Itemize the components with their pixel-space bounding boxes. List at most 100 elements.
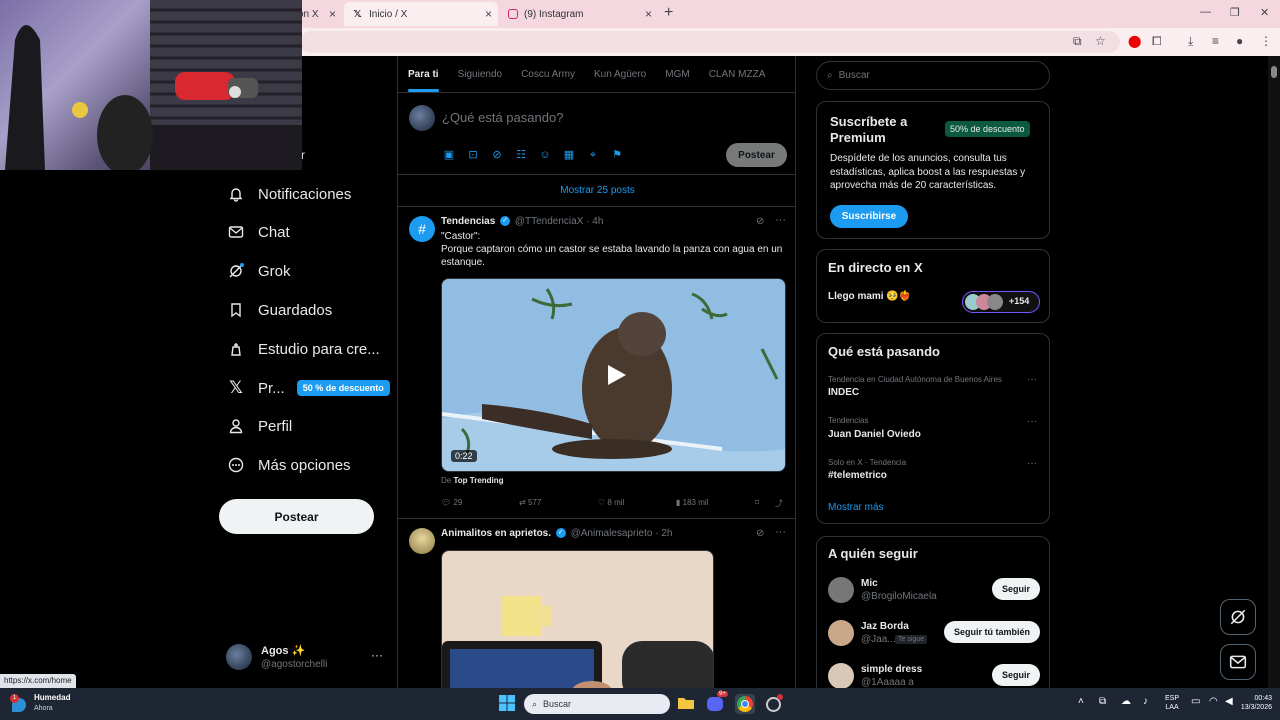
account-switcher[interactable]: Agos ✨ @agostorchelli ··· <box>226 642 386 674</box>
nav-item-premium[interactable]: 𝕏 Pr... 50 % de descuento <box>226 373 390 403</box>
profile-avatar-icon[interactable]: ● <box>1236 34 1243 48</box>
install-icon[interactable]: ⧉ <box>1073 34 1082 49</box>
language-indicator[interactable]: ESP LAA <box>1165 694 1179 712</box>
trend-title[interactable]: #telemetrico <box>828 470 887 481</box>
author-handle[interactable]: @Animalesaprieto <box>571 528 653 539</box>
show-more-link[interactable]: Mostrar más <box>828 502 884 513</box>
follow-name[interactable]: Jaz Borda <box>861 621 909 632</box>
follow-handle[interactable]: @BrogiloMicaela <box>861 591 937 602</box>
taskbar-search[interactable]: ⌕ Buscar <box>524 694 670 714</box>
url-field[interactable] <box>300 31 1120 53</box>
live-item[interactable]: Llego mami 🥺❤️‍🔥 <box>828 291 911 302</box>
views-button[interactable]: ▮ 183 mil <box>676 498 708 507</box>
nav-item-bookmarks[interactable]: Guardados <box>226 295 332 325</box>
live-avatars[interactable]: +154 <box>962 291 1040 313</box>
trend-title[interactable]: Juan Daniel Oviedo <box>828 429 921 440</box>
follow-row[interactable]: Mic @BrogiloMicaela Seguir <box>828 575 1040 605</box>
grok-float-button[interactable] <box>1220 599 1256 635</box>
tweet[interactable]: Animalitos en aprietos. ✓ @Animalesaprie… <box>398 520 795 688</box>
chevron-up-icon[interactable]: ˄ <box>1078 696 1084 707</box>
tab-para-ti[interactable]: Para ti <box>398 56 448 92</box>
tweet-image[interactable] <box>441 550 714 688</box>
follow-back-button[interactable]: Seguir tú también <box>943 621 1040 643</box>
follow-handle[interactable]: @1Aaaaa a <box>861 677 914 688</box>
browser-tab-2[interactable]: 𝕏 Inicio / X × <box>344 2 498 26</box>
cloud-icon[interactable]: ☁ <box>1121 696 1131 707</box>
search-input[interactable]: ⌕ Buscar <box>816 61 1050 90</box>
weather-widget[interactable]: 1 <box>10 694 30 714</box>
video-player[interactable]: 0:22 <box>441 278 786 472</box>
media-icon[interactable]: ≡ <box>1212 34 1219 48</box>
opera-icon[interactable]: ⬤ <box>1128 34 1141 48</box>
menu-icon[interactable]: ⋮ <box>1260 34 1272 48</box>
repost-button[interactable]: ⇄ 577 <box>519 498 541 507</box>
trend-title[interactable]: INDEC <box>828 387 859 398</box>
discord-button[interactable]: 9+ <box>706 691 728 714</box>
emoji-icon[interactable]: ☺ <box>538 148 552 162</box>
author-name[interactable]: Tendencias <box>441 216 495 227</box>
image-icon[interactable]: ▣ <box>442 148 456 162</box>
bookmark-icon[interactable]: ⌑ <box>755 498 759 507</box>
nav-item-profile[interactable]: Perfil <box>226 411 292 441</box>
browser-tab-3[interactable]: (9) Instagram × <box>500 2 658 26</box>
show-new-posts-button[interactable]: Mostrar 25 posts <box>398 175 795 207</box>
schedule-icon[interactable]: ▦ <box>562 148 576 162</box>
extensions-icon[interactable]: ⧠ <box>1152 34 1162 49</box>
chrome-button[interactable] <box>735 694 755 714</box>
close-icon[interactable]: × <box>485 7 492 21</box>
composer-post-button[interactable]: Postear <box>726 143 787 167</box>
poll-icon[interactable]: ☷ <box>514 148 528 162</box>
nav-item-creator-studio[interactable]: Estudio para cre... <box>226 334 380 364</box>
close-icon[interactable]: × <box>329 7 336 21</box>
tab-kun-aguero[interactable]: Kun Agüero <box>584 56 655 92</box>
more-icon[interactable]: ··· <box>1027 458 1037 469</box>
network-tray-icon[interactable]: ⧉ <box>1099 696 1106 707</box>
restore-button[interactable]: ❐ <box>1230 6 1240 19</box>
nav-item-notifications[interactable]: Notificaciones <box>226 179 351 209</box>
subscribe-button[interactable]: Suscribirse <box>830 205 908 228</box>
reply-button[interactable]: 💬︎ 29 <box>441 498 462 507</box>
clock[interactable]: 00:43 13/3/2026 <box>1222 694 1272 712</box>
more-icon[interactable]: ··· <box>775 214 786 226</box>
composer-input[interactable]: ¿Qué está pasando? <box>442 110 563 125</box>
new-tab-button[interactable]: + <box>664 4 673 22</box>
grok-icon[interactable]: ⊘ <box>490 148 504 162</box>
microphone-icon[interactable]: ♪ <box>1143 696 1148 707</box>
app-button[interactable] <box>764 694 784 714</box>
follow-name[interactable]: Mic <box>861 578 878 589</box>
monitor-icon[interactable]: ▭ <box>1191 696 1200 707</box>
tab-coscu-army[interactable]: Coscu Army <box>511 56 584 92</box>
star-icon[interactable]: ☆ <box>1095 34 1106 48</box>
close-icon[interactable]: × <box>645 7 652 21</box>
grok-icon[interactable]: ⊘ <box>756 216 764 227</box>
share-icon[interactable]: ⤴ <box>775 498 783 509</box>
tab-siguiendo[interactable]: Siguiendo <box>448 56 511 92</box>
more-icon[interactable]: ··· <box>775 526 786 538</box>
more-icon[interactable]: ··· <box>1027 416 1037 427</box>
tweet-time[interactable]: · 4h <box>586 216 603 227</box>
author-handle[interactable]: @TTendenciaX <box>515 216 584 227</box>
gif-icon[interactable]: ⊡ <box>466 148 480 162</box>
tweet-time[interactable]: · 2h <box>655 528 672 539</box>
tweet[interactable]: # Tendencias ✓ @TTendenciaX · 4h ⊘ ··· "… <box>398 208 795 519</box>
nav-item-more[interactable]: Más opciones <box>226 450 351 480</box>
wifi-icon[interactable]: ◠ <box>1209 696 1218 707</box>
minimize-button[interactable]: — <box>1200 6 1211 18</box>
source-name[interactable]: Top Trending <box>453 476 503 485</box>
post-button[interactable]: Postear <box>219 499 374 534</box>
like-button[interactable]: ♡ 8 mil <box>598 498 624 507</box>
follow-button[interactable]: Seguir <box>991 664 1040 686</box>
follow-row[interactable]: simple dress @1Aaaaa a Seguir <box>828 661 1040 691</box>
follow-handle[interactable]: @Jaa... <box>861 634 896 645</box>
nav-item-chat[interactable]: Chat <box>226 217 290 247</box>
download-icon[interactable]: ⤓ <box>1188 34 1193 49</box>
follow-button[interactable]: Seguir <box>991 578 1040 600</box>
start-button[interactable] <box>498 694 518 714</box>
more-icon[interactable]: ··· <box>1027 374 1037 385</box>
flag-icon[interactable]: ⚑ <box>610 148 624 162</box>
file-explorer-button[interactable] <box>677 694 697 714</box>
follow-name[interactable]: simple dress <box>861 664 922 675</box>
scrollbar-thumb[interactable] <box>1271 66 1277 78</box>
page-scrollbar[interactable] <box>1268 56 1280 688</box>
grok-icon[interactable]: ⊘ <box>756 528 764 539</box>
